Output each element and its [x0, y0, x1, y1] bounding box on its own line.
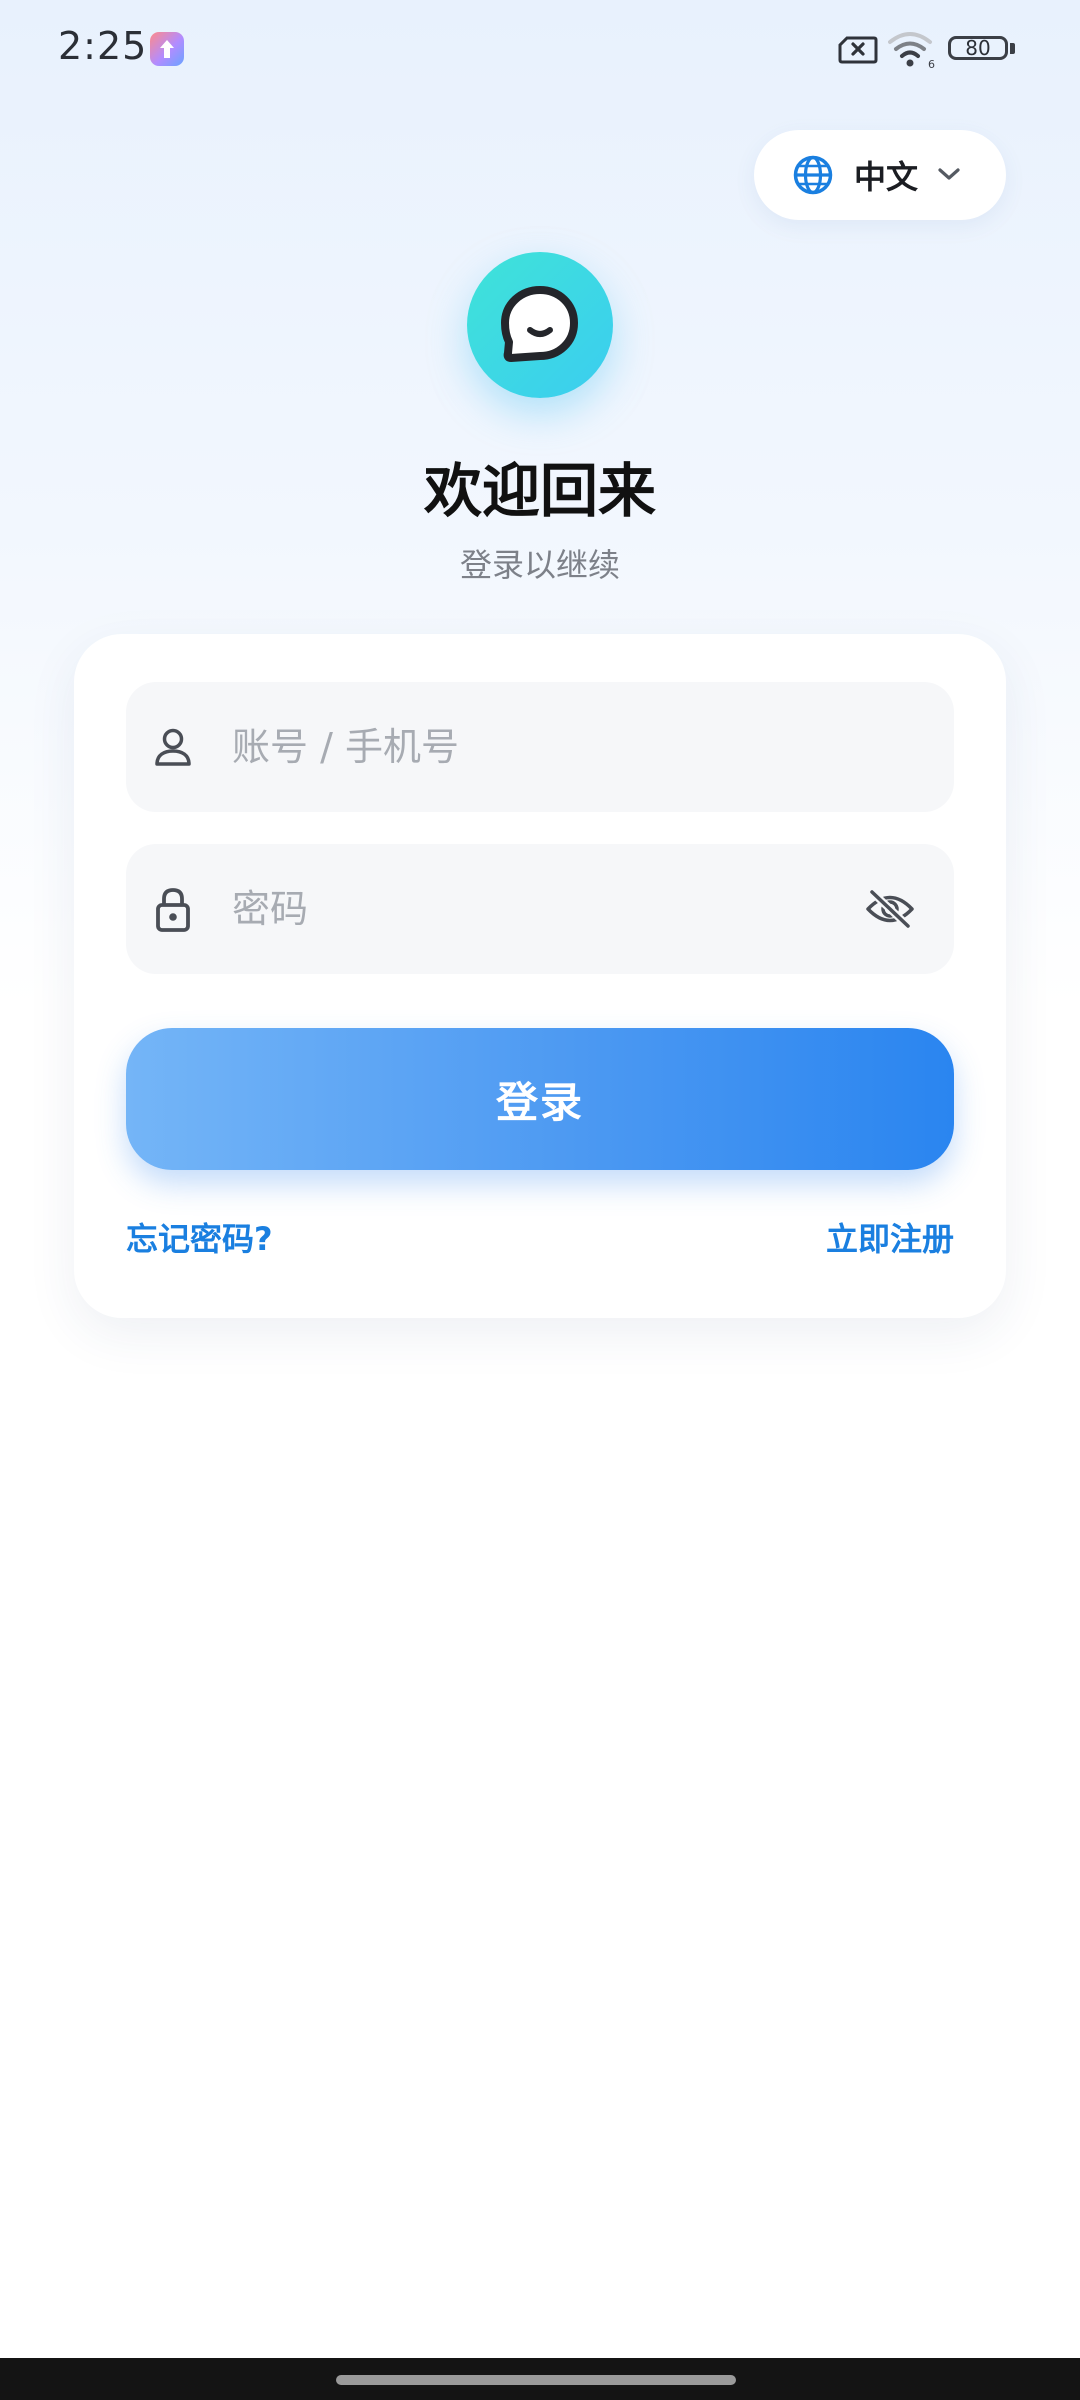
app-notification-icon — [150, 32, 184, 66]
lock-icon — [148, 884, 198, 938]
page-title: 欢迎回来 — [423, 457, 656, 525]
account-field[interactable] — [126, 682, 954, 812]
page-subtitle: 登录以继续 — [459, 546, 620, 584]
register-link[interactable]: 立即注册 — [826, 1214, 954, 1260]
language-selector[interactable]: 中文 — [754, 130, 1006, 220]
status-time: 2:25 — [58, 24, 148, 68]
chevron-down-icon — [934, 162, 964, 190]
forgot-password-link[interactable]: 忘记密码? — [126, 1214, 273, 1260]
battery-cap — [1010, 43, 1015, 54]
app-logo — [467, 252, 613, 398]
battery-icon: 80 — [948, 36, 1008, 60]
globe-icon — [792, 154, 834, 200]
password-input[interactable] — [232, 844, 832, 974]
home-indicator[interactable] — [336, 2375, 736, 2385]
svg-text:6: 6 — [928, 58, 935, 70]
eye-off-icon[interactable] — [864, 884, 916, 938]
password-field[interactable] — [126, 844, 954, 974]
wifi-icon: 6 — [888, 30, 936, 74]
account-input[interactable] — [232, 682, 832, 812]
language-label: 中文 — [854, 158, 919, 196]
status-bar: 2:25 6 80 — [0, 0, 1080, 100]
login-card: 登录 忘记密码? 立即注册 — [74, 634, 1006, 1318]
user-icon — [148, 722, 198, 776]
login-button[interactable]: 登录 — [126, 1028, 954, 1170]
sim-no-service-icon — [838, 35, 878, 69]
chat-bubble-icon — [501, 286, 578, 362]
